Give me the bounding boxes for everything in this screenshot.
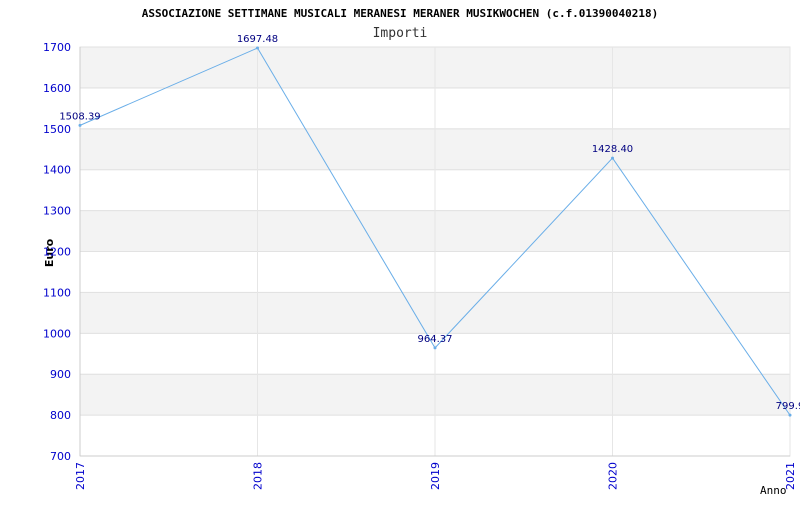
data-label: 1508.39 <box>59 111 100 122</box>
y-tick-label: 1300 <box>43 205 71 218</box>
data-label: 799.9 <box>776 401 800 412</box>
chart-title: ASSOCIAZIONE SETTIMANE MUSICALI MERANESI… <box>142 7 659 20</box>
y-tick-label: 900 <box>50 368 71 381</box>
y-tick-label: 1100 <box>43 286 71 299</box>
x-tick-label: 2019 <box>429 462 442 490</box>
data-point <box>433 346 437 350</box>
y-tick-label: 1400 <box>43 164 71 177</box>
data-point <box>788 413 792 417</box>
y-tick-label: 1200 <box>43 246 71 259</box>
y-tick-labels: 700 800 900 1000 1100 1200 1300 1400 1500 1600 170… <box>43 41 71 463</box>
y-tick-label: 1600 <box>43 82 71 95</box>
x-tick-labels: 2017 2018 2019 2020 2021 <box>74 462 797 490</box>
y-tick-label: 1000 <box>43 327 71 340</box>
y-tick-label: 700 <box>50 450 71 463</box>
x-tick-label: 2018 <box>252 462 265 490</box>
y-tick-label: 1700 <box>43 41 71 54</box>
data-point <box>78 123 82 127</box>
x-tick-label: 2021 <box>784 462 797 490</box>
x-tick-label: 2017 <box>74 462 87 490</box>
line-chart: ASSOCIAZIONE SETTIMANE MUSICALI MERANESI… <box>43 7 800 497</box>
y-tick-label: 800 <box>50 409 71 422</box>
chart-area: ASSOCIAZIONE SETTIMANE MUSICALI MERANESI… <box>0 0 800 500</box>
data-point <box>611 156 614 160</box>
data-label: 964.37 <box>418 334 453 345</box>
x-tick-label: 2020 <box>607 462 620 490</box>
data-label: 1697.48 <box>237 34 278 45</box>
chart-subtitle: Importi <box>373 26 428 41</box>
x-axis-label: Anno <box>760 484 787 497</box>
data-point <box>256 46 259 50</box>
data-label: 1428.40 <box>592 144 633 155</box>
y-tick-label: 1500 <box>43 123 71 136</box>
